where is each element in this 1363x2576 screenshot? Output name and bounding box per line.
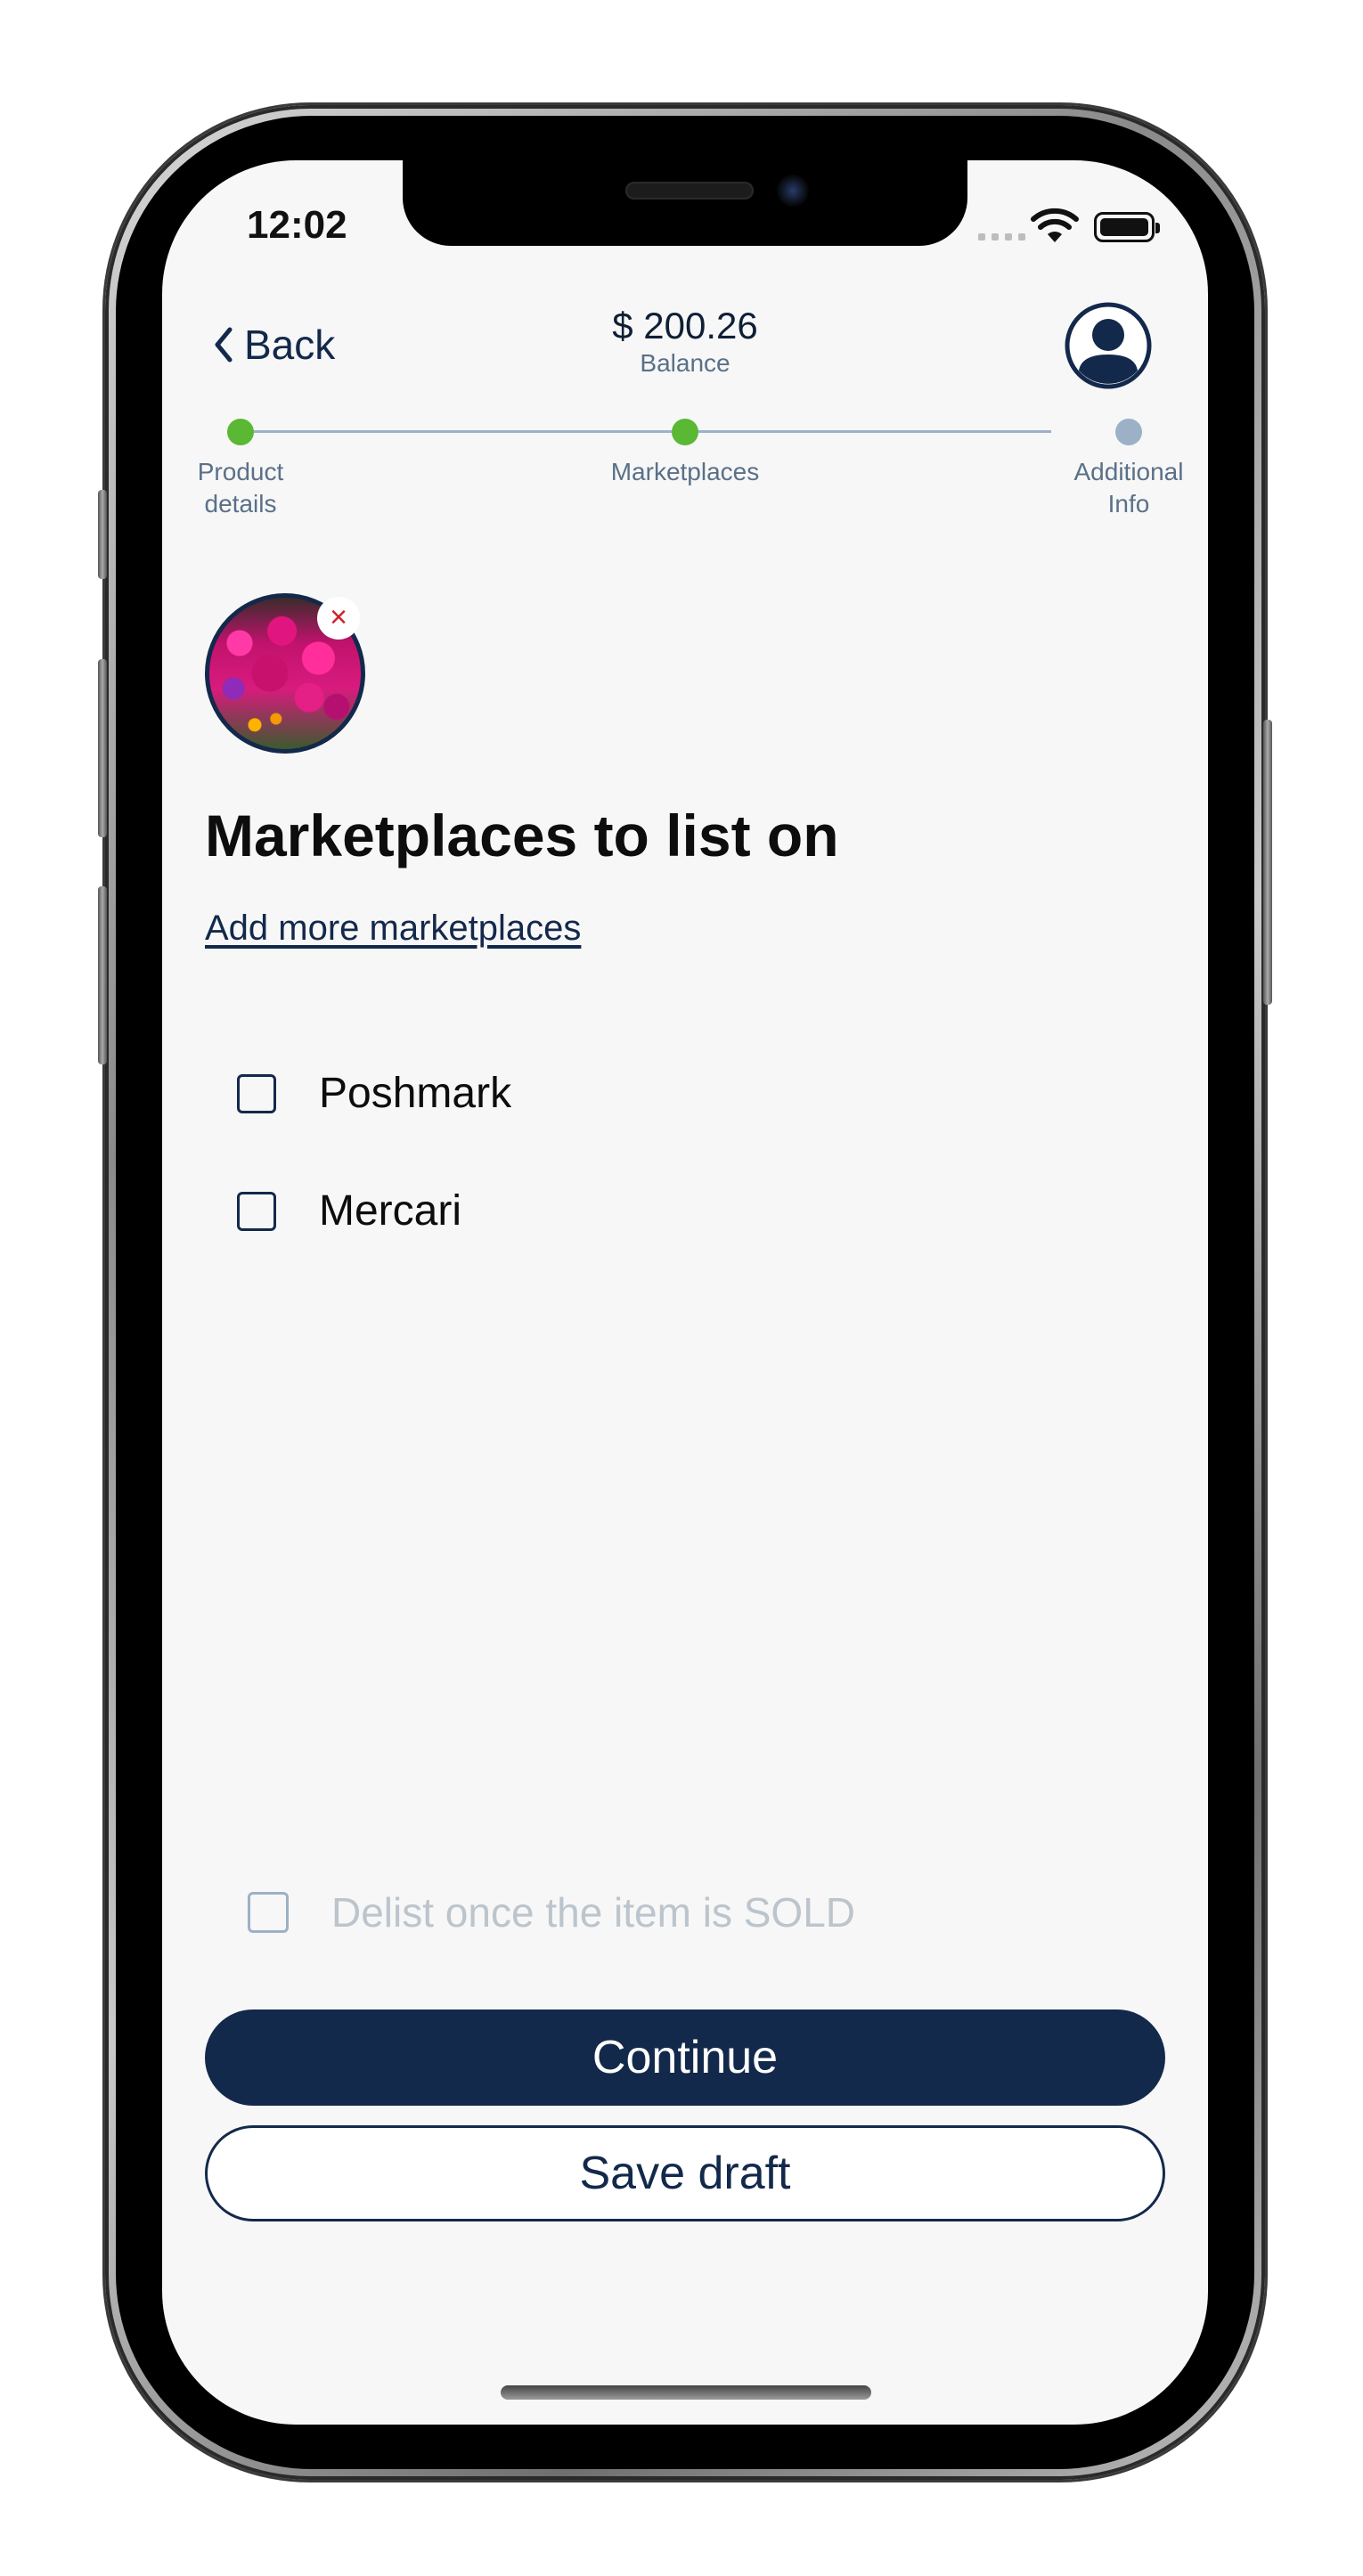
front-camera bbox=[777, 175, 809, 207]
back-button[interactable]: Back bbox=[212, 321, 335, 369]
home-indicator[interactable] bbox=[501, 2385, 871, 2400]
remove-photo-close-icon[interactable]: × bbox=[317, 597, 360, 640]
stepper-line bbox=[241, 430, 1051, 433]
page-title: Marketplaces to list on bbox=[205, 803, 839, 868]
volume-down-button bbox=[98, 886, 107, 1064]
balance-amount: $ 200.26 bbox=[612, 305, 758, 346]
add-marketplaces-link[interactable]: Add more marketplaces bbox=[205, 909, 581, 949]
speaker-grille bbox=[625, 182, 754, 200]
poshmark-checkbox[interactable] bbox=[237, 1073, 276, 1113]
notch bbox=[403, 160, 967, 246]
poshmark-label: Poshmark bbox=[319, 1070, 512, 1117]
save-draft-button[interactable]: Save draft bbox=[205, 2125, 1165, 2221]
step-dot-product-details bbox=[227, 419, 254, 445]
status-time: 12:02 bbox=[247, 203, 347, 247]
user-avatar-icon[interactable] bbox=[1064, 301, 1153, 390]
mercari-checkbox[interactable] bbox=[237, 1191, 276, 1231]
marketplace-option-mercari[interactable]: Mercari bbox=[237, 1186, 461, 1235]
balance-label: Balance bbox=[640, 349, 730, 377]
delist-label: Delist once the item is SOLD bbox=[331, 1889, 856, 1936]
step-label-product-details: Product details bbox=[197, 458, 284, 518]
app-screen: 12:02 Back $ 200.26 Balance Product deta… bbox=[162, 160, 1208, 2425]
delist-option[interactable]: Delist once the item is SOLD bbox=[248, 1888, 855, 1936]
battery-icon bbox=[1094, 212, 1160, 242]
step-label-additional-info: Additional Info bbox=[1073, 458, 1184, 518]
step-label-marketplaces: Marketplaces bbox=[610, 458, 760, 485]
progress-stepper: Product details Marketplaces Additional … bbox=[162, 410, 1208, 518]
step-dot-additional-info bbox=[1115, 419, 1142, 445]
step-dot-marketplaces bbox=[672, 419, 698, 445]
signal-icon bbox=[978, 233, 1025, 240]
balance-display: $ 200.26 Balance bbox=[507, 305, 863, 378]
back-label: Back bbox=[244, 322, 336, 368]
mercari-label: Mercari bbox=[319, 1187, 462, 1235]
continue-button[interactable]: Continue bbox=[205, 2009, 1165, 2106]
delist-checkbox[interactable] bbox=[248, 1892, 289, 1933]
silent-switch bbox=[98, 490, 107, 579]
volume-up-button bbox=[98, 659, 107, 837]
power-button bbox=[1263, 720, 1272, 1005]
chevron-left-icon bbox=[215, 327, 233, 363]
marketplace-option-poshmark[interactable]: Poshmark bbox=[237, 1069, 511, 1118]
wifi-icon bbox=[1031, 208, 1079, 242]
